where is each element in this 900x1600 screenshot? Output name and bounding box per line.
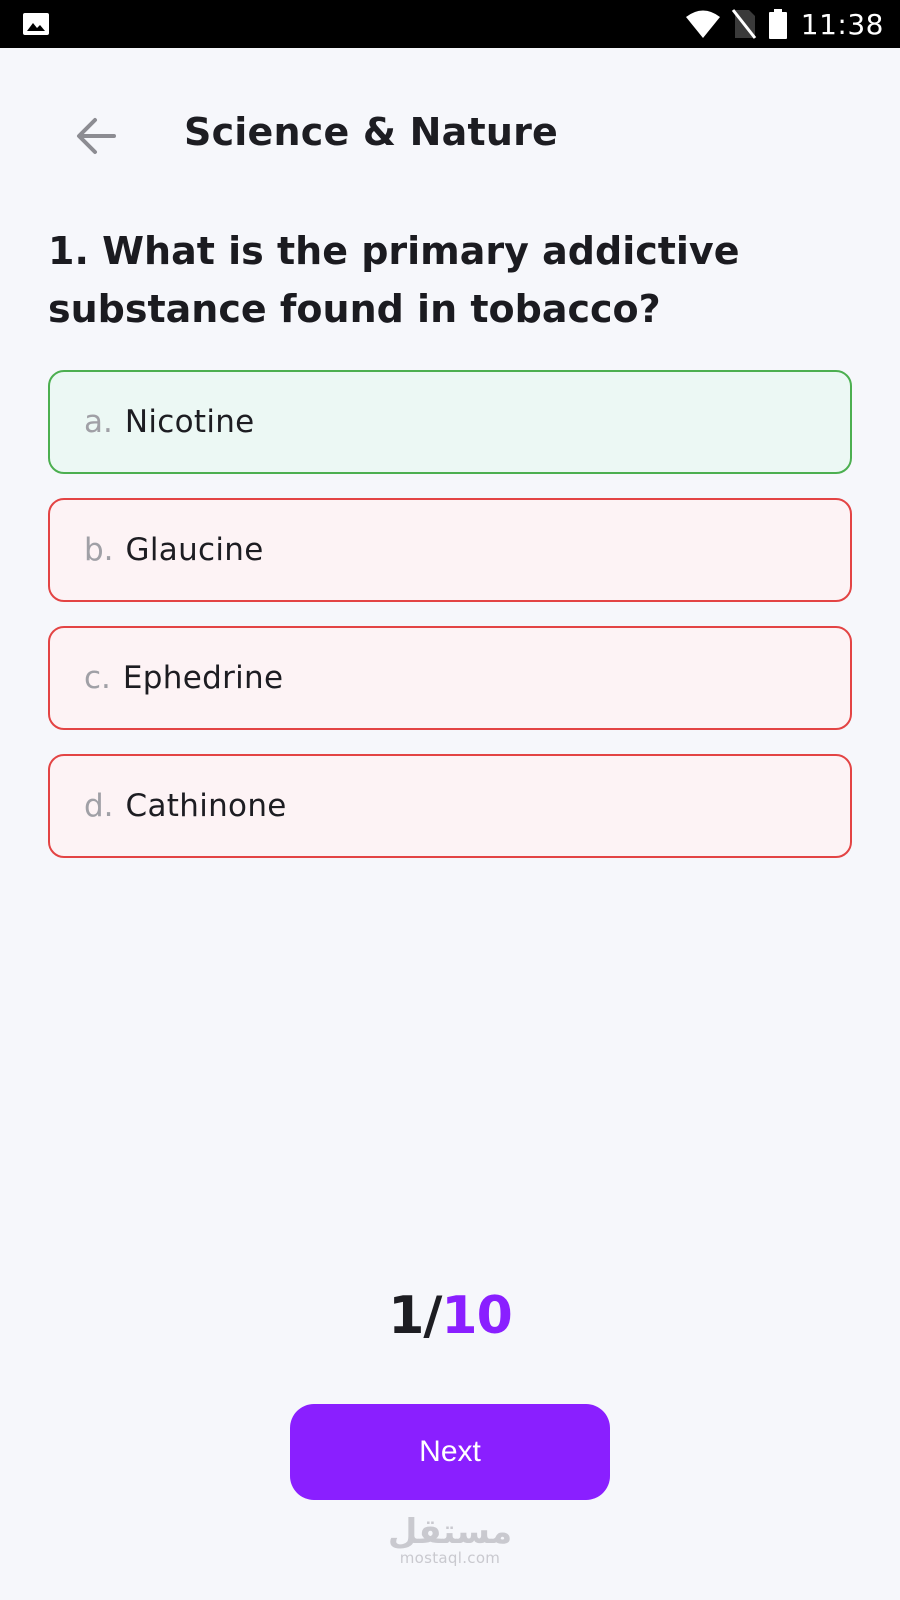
status-bar: 11:38 xyxy=(0,0,900,48)
status-time: 11:38 xyxy=(800,7,884,41)
option-b[interactable]: b. Glaucine xyxy=(48,498,852,602)
watermark-latin: mostaql.com xyxy=(399,1549,501,1567)
no-sim-icon xyxy=(731,8,757,40)
option-letter: b. xyxy=(84,532,114,568)
watermark-arabic: مستقل xyxy=(387,1512,513,1552)
back-button[interactable] xyxy=(62,108,130,168)
option-text: Cathinone xyxy=(125,788,287,824)
gallery-icon xyxy=(22,12,50,40)
option-letter: d. xyxy=(84,788,114,824)
question-counter: 1/10 xyxy=(0,1286,900,1346)
option-d[interactable]: d. Cathinone xyxy=(48,754,852,858)
counter-current: 1/ xyxy=(388,1286,442,1346)
header: Science & Nature xyxy=(0,96,900,176)
option-text: Glaucine xyxy=(125,532,264,568)
answer-options: a. Nicotine b. Glaucine c. Ephedrine d. … xyxy=(48,370,852,882)
battery-icon xyxy=(768,9,787,39)
option-text: Nicotine xyxy=(124,404,255,440)
option-letter: a. xyxy=(84,404,113,440)
arrow-left-icon xyxy=(74,116,118,160)
option-text: Ephedrine xyxy=(122,660,284,696)
option-a[interactable]: a. Nicotine xyxy=(48,370,852,474)
counter-total: 10 xyxy=(441,1286,512,1346)
option-letter: c. xyxy=(84,660,111,696)
question-text: 1. What is the primary addictive substan… xyxy=(48,229,740,331)
page-title: Science & Nature xyxy=(184,110,559,154)
next-button[interactable]: Next xyxy=(290,1404,610,1500)
watermark-logo: مستقل mostaql.com xyxy=(0,1514,900,1566)
wifi-icon xyxy=(685,9,721,39)
option-c[interactable]: c. Ephedrine xyxy=(48,626,852,730)
